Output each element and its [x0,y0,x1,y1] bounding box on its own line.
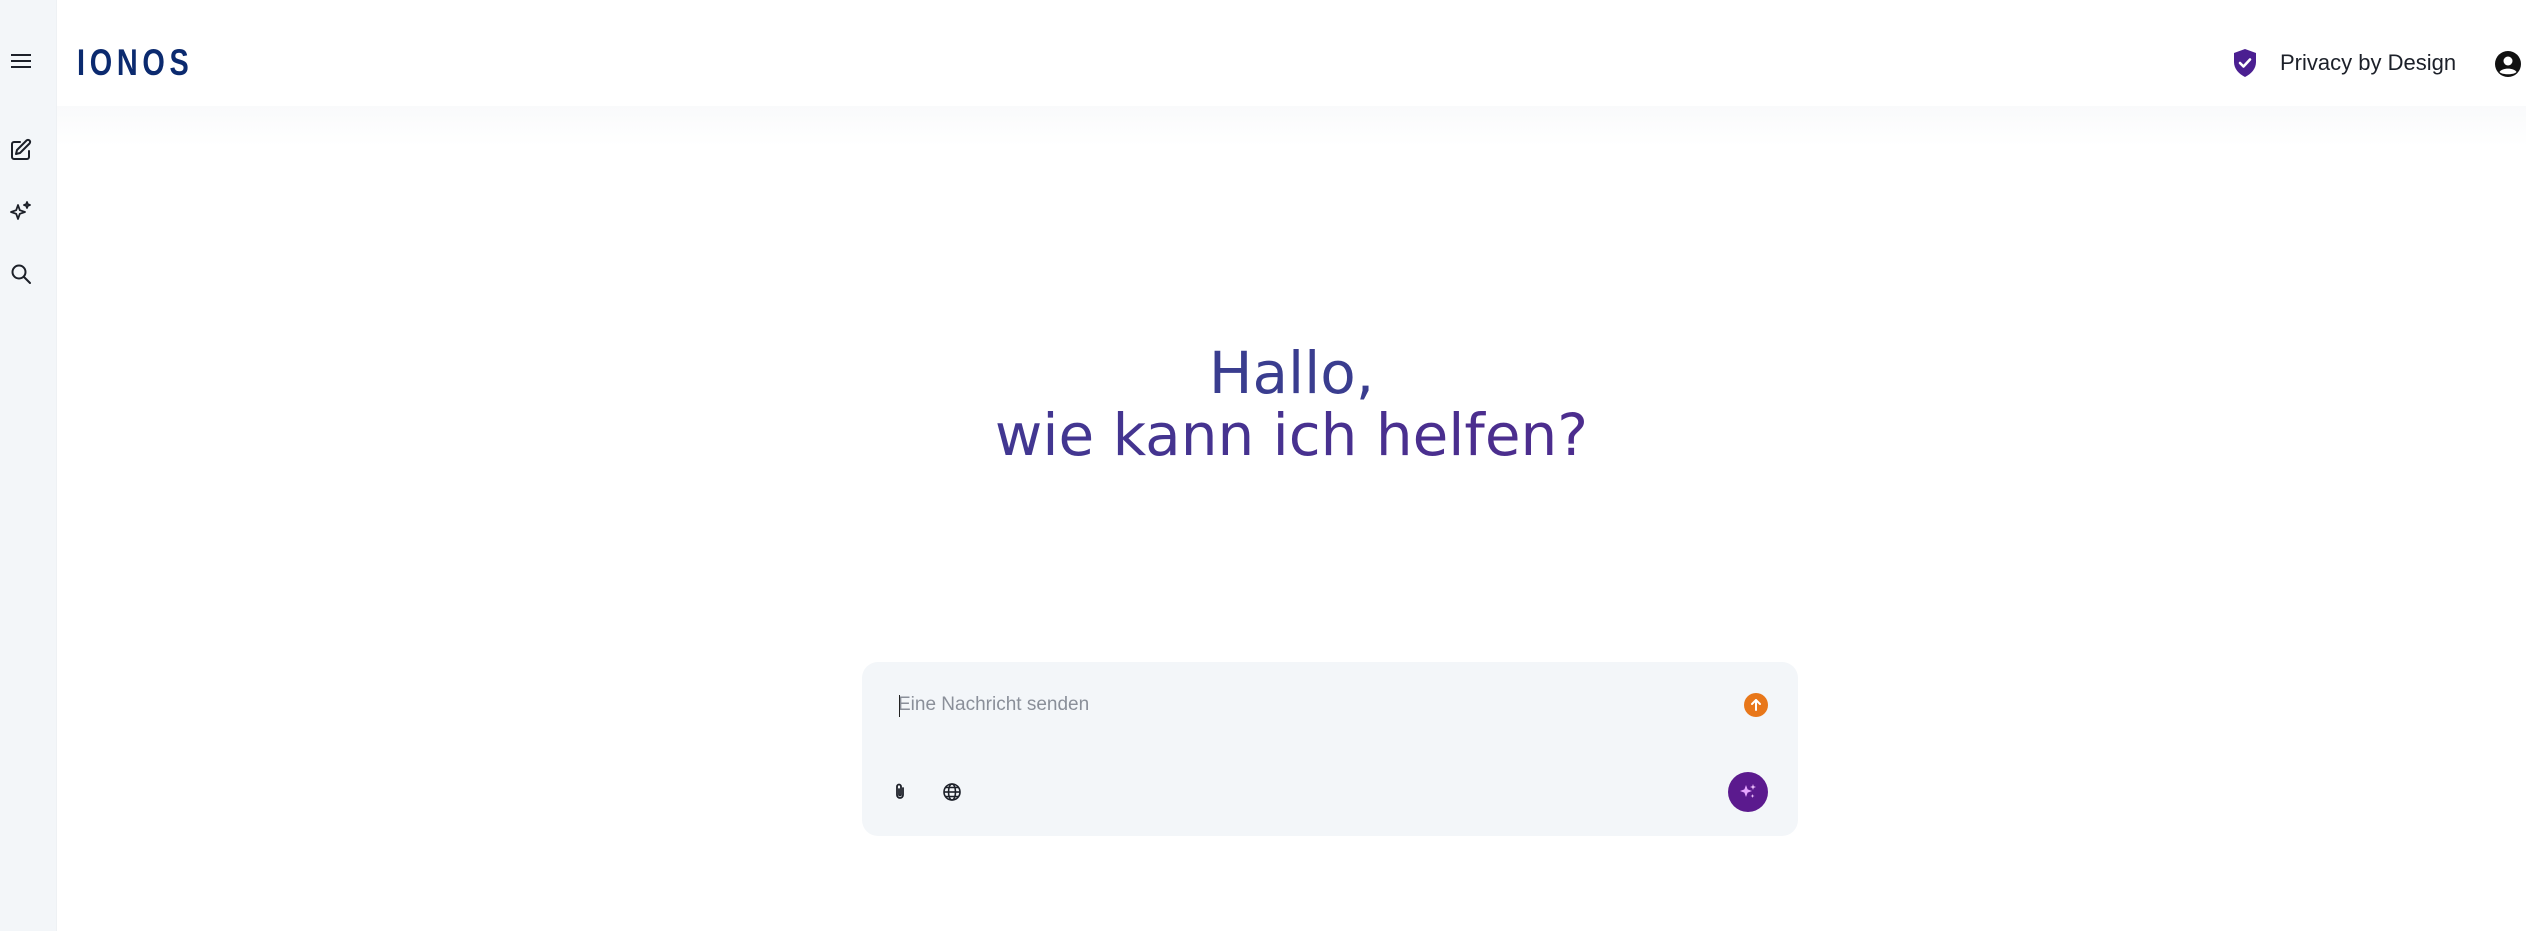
account-button[interactable] [2494,50,2522,78]
send-button[interactable] [1744,693,1768,717]
message-input[interactable] [898,690,1698,720]
menu-button[interactable] [4,44,38,78]
arrow-up-icon [1751,699,1761,711]
globe-icon [943,783,961,801]
message-composer [862,662,1798,836]
greeting-line-1: Hallo, [1208,339,1375,407]
attach-button[interactable] [888,780,912,804]
new-chat-button[interactable] [4,133,38,167]
shield-check-icon [2234,49,2256,77]
ionos-logo[interactable]: IONOS [77,44,193,81]
text-caret [899,695,900,717]
privacy-by-design-link[interactable]: Privacy by Design [2232,48,2456,78]
assistants-button[interactable] [4,195,38,229]
paperclip-icon [896,783,904,799]
search-button[interactable] [4,257,38,291]
top-header [57,0,2526,112]
magic-prompt-button[interactable] [1728,772,1768,812]
sparkles-icon [10,201,31,220]
edit-icon [11,138,32,160]
header-divider [57,106,2526,146]
greeting-line-2: wie kann ich helfen? [57,404,2526,466]
app-root: IONOS Privacy by Design Hallo, wie kann … [0,0,2526,931]
account-circle-icon [2495,51,2521,77]
hamburger-icon [11,54,31,68]
greeting-heading: Hallo, wie kann ich helfen? [0,342,2526,466]
web-search-toggle[interactable] [940,780,964,804]
search-icon [11,264,31,284]
privacy-label: Privacy by Design [2280,50,2457,75]
sparkle-magic-icon [1740,784,1756,798]
